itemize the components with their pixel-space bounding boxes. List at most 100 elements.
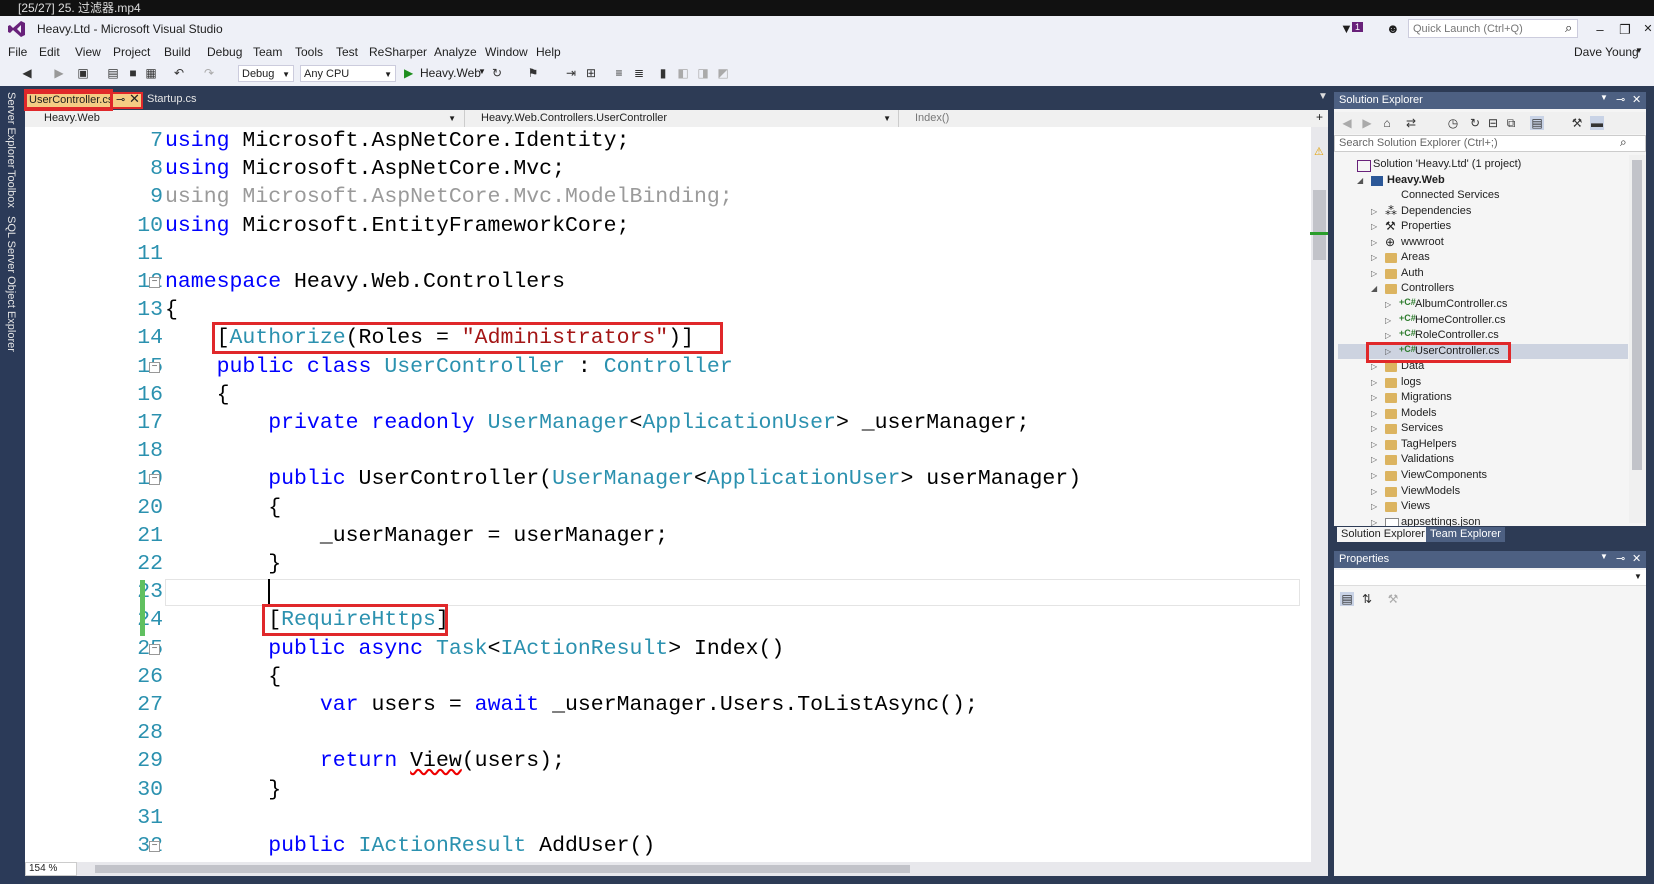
code-line[interactable]: 12−namespace Heavy.Web.Controllers [25, 268, 1313, 296]
forward-icon[interactable]: ▶ [1360, 116, 1374, 130]
sync-icon[interactable]: ⇄ [1404, 116, 1418, 130]
collapsed-arrow-icon[interactable]: ▷ [1371, 378, 1377, 387]
code-line[interactable]: 22 } [25, 550, 1313, 578]
code-line[interactable]: 29 return View(users); [25, 747, 1313, 775]
tree-item[interactable]: Properties [1401, 219, 1451, 234]
property-pages-icon[interactable]: ⚒ [1386, 592, 1400, 606]
close-icon[interactable]: ✕ [1632, 552, 1641, 565]
collapsed-arrow-icon[interactable]: ▷ [1371, 440, 1377, 449]
categorized-icon[interactable]: ▤ [1340, 592, 1354, 606]
alphabetical-icon[interactable]: ⇅ [1360, 592, 1374, 606]
tab-startup[interactable]: Startup.cs [147, 93, 197, 105]
tab-solution-explorer[interactable]: Solution Explorer [1337, 527, 1429, 542]
code-line[interactable]: 13{ [25, 296, 1313, 324]
pin-icon[interactable]: ⊸ [1616, 552, 1625, 565]
collapse-toggle-icon[interactable]: − [149, 474, 160, 486]
tree-item[interactable]: TagHelpers [1401, 437, 1457, 452]
wrench-icon[interactable]: ⚒ [1570, 116, 1584, 130]
layout-icon[interactable]: ⊞ [584, 66, 598, 80]
tree-item[interactable]: Auth [1401, 266, 1424, 281]
collapsed-arrow-icon[interactable]: ▷ [1371, 409, 1377, 418]
tree-item[interactable]: Models [1401, 406, 1436, 421]
close-window-button[interactable]: ✕ [1638, 22, 1654, 35]
collapse-toggle-icon[interactable]: − [149, 361, 160, 373]
tree-item[interactable]: logs [1401, 375, 1421, 390]
view-icon[interactable]: ▤ [1530, 116, 1544, 130]
collapse-toggle-icon[interactable]: − [149, 277, 160, 288]
tree-item[interactable]: ViewModels [1401, 484, 1460, 499]
collapsed-arrow-icon[interactable]: ▷ [1371, 502, 1377, 511]
open-file-icon[interactable]: ▤ [106, 66, 120, 80]
history-icon[interactable]: ◷ [1446, 116, 1460, 130]
menu-view[interactable]: View [75, 45, 101, 59]
chevron-down-icon[interactable]: ▼ [1635, 46, 1643, 55]
notification-badge[interactable]: 1 [1352, 22, 1364, 32]
collapsed-arrow-icon[interactable]: ▷ [1371, 424, 1377, 433]
tree-item[interactable]: Views [1401, 499, 1430, 514]
filter-icon[interactable]: ▼ [1340, 21, 1353, 36]
expanded-arrow-icon[interactable]: ◢ [1357, 176, 1363, 185]
menu-edit[interactable]: Edit [39, 45, 60, 59]
editor-vertical-scroll-thumb[interactable] [1313, 190, 1326, 260]
code-line[interactable]: 32− public IActionResult AddUser() [25, 832, 1313, 860]
code-line[interactable]: 20 { [25, 494, 1313, 522]
code-line[interactable]: 16 { [25, 381, 1313, 409]
clear-bookmark-icon[interactable]: ◩ [716, 66, 730, 80]
collapsed-arrow-icon[interactable]: ▷ [1371, 393, 1377, 402]
tree-item[interactable]: Migrations [1401, 390, 1452, 405]
quick-launch-input[interactable]: Quick Launch (Ctrl+Q) [1408, 19, 1578, 38]
tree-item[interactable]: Services [1401, 421, 1443, 436]
close-icon[interactable]: ✕ [1632, 93, 1641, 106]
tree-item[interactable]: ViewComponents [1401, 468, 1487, 483]
properties-object-select[interactable] [1334, 570, 1646, 586]
configuration-select[interactable]: Debug ▼ [238, 65, 294, 82]
class-dropdown[interactable]: Heavy.Web.Controllers.UserController ▼ [464, 110, 894, 127]
code-line[interactable]: 31 [25, 804, 1313, 832]
start-target-button[interactable]: Heavy.Web [420, 66, 481, 80]
platform-select[interactable]: Any CPU ▼ [300, 65, 396, 82]
collapsed-arrow-icon[interactable]: ▷ [1371, 269, 1377, 278]
start-debug-icon[interactable]: ▶ [404, 66, 413, 80]
menu-analyze[interactable]: Analyze [434, 45, 477, 59]
code-line[interactable]: 8 using Microsoft.AspNetCore.Mvc; [25, 155, 1313, 183]
tree-item[interactable]: RoleController.cs [1415, 328, 1499, 343]
pin-icon[interactable]: ⊸ [116, 93, 125, 106]
collapsed-arrow-icon[interactable]: ▷ [1371, 471, 1377, 480]
code-line[interactable]: 10 using Microsoft.EntityFrameworkCore; [25, 212, 1313, 240]
menu-help[interactable]: Help [536, 45, 561, 59]
forward-icon[interactable]: ▶ [52, 66, 66, 80]
code-line[interactable]: 19− public UserController(UserManager<Ap… [25, 465, 1313, 493]
tree-item[interactable]: Controllers [1401, 281, 1454, 296]
menu-window[interactable]: Window [485, 45, 528, 59]
tree-item[interactable]: Solution 'Heavy.Ltd' (1 project) [1373, 157, 1521, 172]
pin-icon[interactable]: ⊸ [1616, 93, 1625, 106]
menu-resharper[interactable]: ReSharper [369, 45, 427, 59]
chevron-down-icon[interactable]: ▼ [1634, 572, 1642, 581]
editor-horizontal-scroll-thumb[interactable] [95, 865, 910, 873]
refresh-icon[interactable]: ↻ [490, 66, 504, 80]
feedback-icon[interactable]: ☻ [1386, 21, 1400, 36]
menu-test[interactable]: Test [336, 45, 358, 59]
menu-team[interactable]: Team [253, 45, 282, 59]
chevron-down-icon[interactable]: ▼ [1600, 93, 1608, 102]
project-dropdown[interactable]: Heavy.Web ▼ [28, 110, 459, 127]
collapsed-arrow-icon[interactable]: ▷ [1371, 238, 1377, 247]
menu-project[interactable]: Project [113, 45, 150, 59]
collapse-all-icon[interactable]: ⊟ [1486, 116, 1500, 130]
code-line[interactable]: 30 } [25, 776, 1313, 804]
code-editor[interactable]: 7 using Microsoft.AspNetCore.Identity; 8 us… [25, 127, 1313, 862]
tree-item[interactable]: HomeController.cs [1415, 313, 1505, 328]
show-all-files-icon[interactable]: ⧉ [1504, 116, 1518, 130]
tree-item[interactable]: Areas [1401, 250, 1430, 265]
comment-icon[interactable]: ≡ [612, 66, 626, 80]
collapse-toggle-icon[interactable]: − [149, 643, 160, 655]
collapsed-arrow-icon[interactable]: ▷ [1371, 222, 1377, 231]
tree-item[interactable]: Connected Services [1401, 188, 1499, 203]
code-line[interactable]: 26 { [25, 663, 1313, 691]
uncomment-icon[interactable]: ≣ [632, 66, 646, 80]
undo-icon[interactable]: ↶ [172, 66, 186, 80]
close-icon[interactable]: ✕ [129, 91, 140, 107]
restore-button[interactable]: ❐ [1615, 22, 1635, 38]
code-line[interactable]: 7 using Microsoft.AspNetCore.Identity; [25, 127, 1313, 155]
menu-build[interactable]: Build [164, 45, 191, 59]
